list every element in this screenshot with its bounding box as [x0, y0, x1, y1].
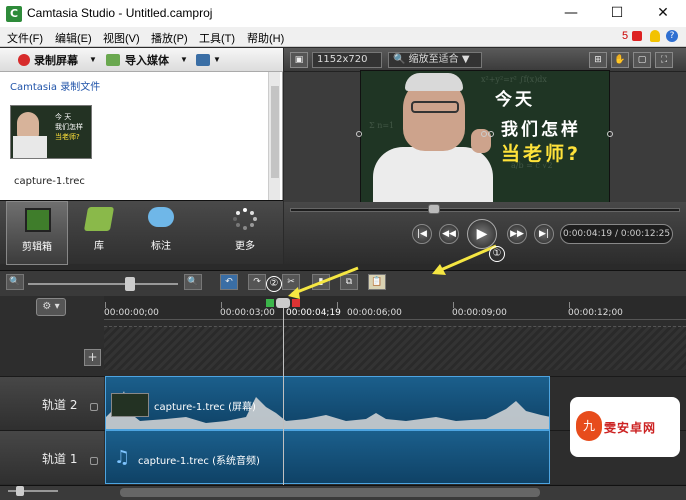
annotation-arrow-2 — [291, 266, 359, 296]
watermark-text: 雯安卓网 — [604, 421, 657, 435]
annotation-arrowhead-2 — [288, 287, 300, 299]
watermark-logo: 九 — [576, 411, 602, 441]
camtasia-window: C Camtasia Studio - Untitled.camproj — ☐… — [0, 0, 686, 500]
site-watermark: 九 雯安卓网 — [570, 397, 680, 457]
annotation-marker-2: ② — [266, 276, 282, 292]
annotation-marker-1: ① — [489, 246, 505, 262]
annotation-arrow-1 — [435, 244, 497, 274]
